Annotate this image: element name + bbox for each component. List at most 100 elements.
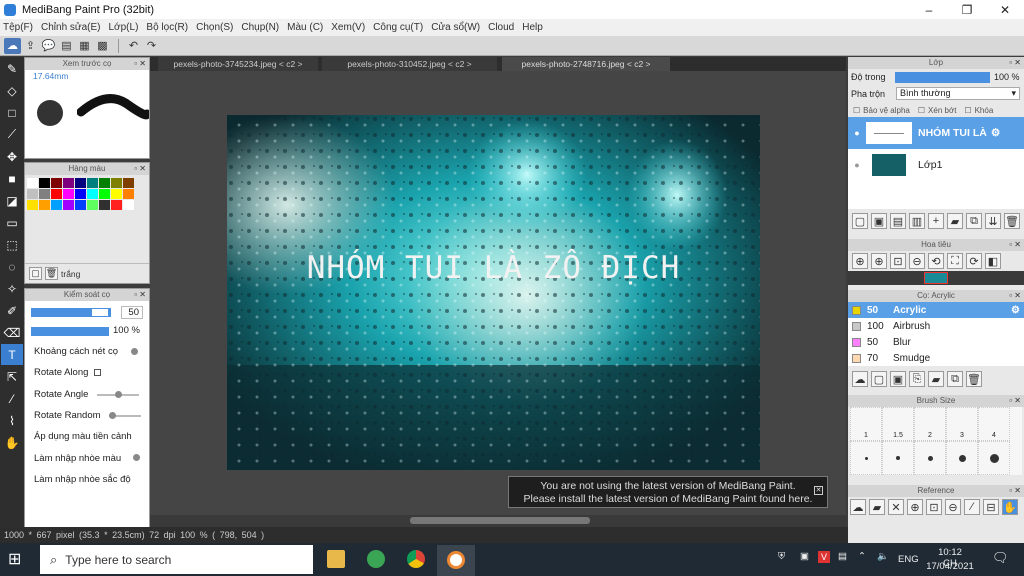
menu-edit[interactable]: Chỉnh sửa(E) [41,22,101,33]
blend-mode-select[interactable]: Bình thường ▾ [896,87,1020,100]
brush-size-cell[interactable] [978,441,1010,475]
layers-icon[interactable]: ▦ [76,38,93,54]
new-1bit-layer-icon[interactable]: ▥ [909,213,925,229]
color-swatch[interactable] [63,200,74,210]
select-eraser-icon[interactable]: ⌫ [1,322,23,343]
flip-icon[interactable]: ◧ [985,253,1001,269]
new-layer-icon[interactable]: ▢ [852,213,868,229]
color-swatch[interactable] [99,200,110,210]
medibang-taskbar-button[interactable] [437,545,475,576]
color-swatch[interactable] [111,200,122,210]
gear-icon[interactable]: ⚙ [991,127,1000,139]
brush-item[interactable]: 100 Airbrush [848,318,1024,334]
panel-controls-icon[interactable]: ▫ ✕ [1009,290,1021,302]
move-tool-icon[interactable]: ✥ [1,146,23,167]
canvas-overlay-text[interactable]: NHÓM TUI LÀ ZÔ ĐỊCH [227,250,760,286]
duplicate-icon[interactable]: ⧉ [966,213,982,229]
option-blend-color[interactable]: Làm nhập nhòe màu [25,447,149,468]
rotate-right-icon[interactable]: ⟳ [966,253,982,269]
eye-icon[interactable]: ● [848,160,866,170]
checkbox[interactable]: ☐ [918,106,925,115]
file-explorer-icon[interactable] [327,550,345,568]
menu-snap[interactable]: Chụp(N) [241,22,279,33]
menu-color[interactable]: Màu (C) [287,22,323,33]
new-8bit-layer-icon[interactable]: ▤ [890,213,906,229]
windows-start-icon[interactable]: ⊞ [8,551,28,569]
color-swatch[interactable] [99,189,110,199]
option-apply-foreground[interactable]: Áp dụng màu tiền cảnh [25,426,149,447]
cloud-download-icon[interactable]: ☁ [852,371,868,387]
select-tool-icon[interactable]: ⬚ [1,234,23,255]
zoom-fit-icon[interactable]: ⊡ [926,499,942,515]
color-swatch[interactable] [63,189,74,199]
lasso-tool-icon[interactable]: ◌ [1,256,23,277]
color-swatch[interactable] [51,200,62,210]
slider-knob[interactable] [109,411,116,419]
opacity-slider[interactable] [31,327,109,336]
color-swatch[interactable] [87,200,98,210]
redo-icon[interactable]: ↷ [143,38,160,54]
color-swatch[interactable] [87,189,98,199]
color-swatch[interactable] [111,178,122,188]
zoom-in-icon[interactable]: ⊕ [907,499,923,515]
brush-tool-icon[interactable]: ✎ [1,58,23,79]
color-swatch[interactable] [75,189,86,199]
canvas-image[interactable] [227,115,760,470]
panel-controls-icon[interactable]: ▫ ✕ [134,163,146,175]
trash-icon[interactable]: 🗑 [966,371,982,387]
menu-help[interactable]: Help [522,22,543,33]
new-page-icon[interactable]: ▢ [29,267,42,280]
slider-knob[interactable] [115,390,122,398]
layer-item-selected[interactable]: ● NHÓM TUI LÀ ⚙ [848,117,1024,149]
zoom-in-alt-icon[interactable]: ⊕ [871,253,887,269]
color-swatch[interactable] [111,189,122,199]
option-rotate-random[interactable]: Rotate Random [25,405,149,426]
color-swatch[interactable] [39,178,50,188]
menu-view[interactable]: Xem(V) [331,22,365,33]
eraser-tool-icon[interactable]: ◇ [1,80,23,101]
menu-cloud[interactable]: Cloud [488,22,514,33]
checkbox[interactable]: ☐ [853,106,860,115]
bucket-tool-icon[interactable]: ◪ [1,190,23,211]
panel-controls-icon[interactable]: ▫ ✕ [1009,57,1021,69]
layer-item[interactable]: ● Lớp1 [848,149,1024,181]
panel-controls-icon[interactable]: ▫ ✕ [1009,395,1021,407]
color-swatch[interactable] [39,200,50,210]
maximize-button[interactable]: ❐ [948,0,986,19]
update-notice[interactable]: You are not using the latest version of … [508,476,828,508]
rotate-left-icon[interactable]: ⟲ [928,253,944,269]
color-swatch[interactable] [123,189,134,199]
color-swatch[interactable] [51,189,62,199]
notice-close-icon[interactable]: ✕ [814,486,823,495]
clock-date[interactable]: 17/04/2021 [925,561,975,572]
color-swatch[interactable] [87,178,98,188]
app-icon-green[interactable] [367,550,385,568]
brush-size-cell[interactable]: 1 [850,407,882,441]
slider-knob[interactable] [131,348,138,355]
panel-controls-icon[interactable]: ▫ ✕ [134,58,146,70]
chrome-icon[interactable] [407,550,425,568]
color-swatch[interactable] [39,189,50,199]
brush-item-selected[interactable]: 50 Acrylic ⚙ [848,302,1024,318]
chevron-up-icon[interactable]: ⌃ [858,551,866,562]
minimize-button[interactable]: – [910,0,948,19]
cloud-icon[interactable]: ☁ [4,37,21,54]
duplicate-icon[interactable]: ⧉ [947,371,963,387]
trash-icon[interactable]: 🗑 [1004,213,1020,229]
new-halftone-layer-icon[interactable]: ▣ [871,213,887,229]
text-tool-icon[interactable]: T [1,344,23,365]
close-button[interactable]: ✕ [986,0,1024,19]
layer-opacity-slider[interactable] [895,72,990,83]
cloud-icon[interactable]: ☁ [850,499,866,515]
menu-file[interactable]: Tệp(F) [3,22,33,33]
hand-tool-icon[interactable]: ✋ [1,432,23,453]
language-indicator[interactable]: ENG [898,554,919,565]
notification-icon[interactable]: 🗨 [992,550,1009,566]
share-icon[interactable]: ⇪ [22,38,39,54]
menu-filter[interactable]: Bộ lọc(R) [146,22,188,33]
menu-layer[interactable]: Lớp(L) [109,22,139,33]
line-tool-icon[interactable]: ⟋ [1,124,23,145]
color-swatch[interactable] [51,178,62,188]
brush-size-cell[interactable] [882,441,914,475]
color-swatch[interactable] [27,200,38,210]
